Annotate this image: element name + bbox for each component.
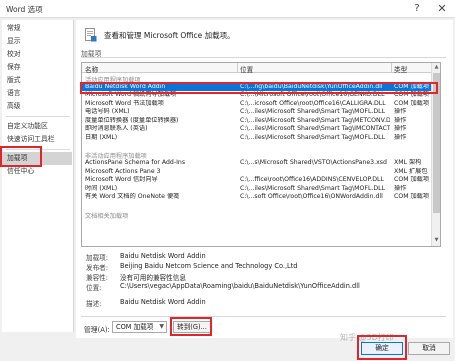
scrollbar-thumb[interactable] — [433, 73, 440, 213]
sidebar-item-typography[interactable]: 版式 — [2, 74, 72, 87]
scroll-down-icon[interactable]: ▼ — [432, 237, 440, 245]
table-cell-location: C:\...icrosoft Office\root\Office16\CALL… — [240, 99, 386, 107]
table-cell-name: ActionsPane Schema for Add-Ins — [85, 159, 186, 166]
table-cell-location: C:\...s\Microsoft Shared\VSTO\ActionsPan… — [240, 159, 387, 166]
table-cell-type: 操作 — [394, 184, 407, 192]
highlight-box-addins — [0, 146, 42, 167]
sidebar-item-customize-ribbon[interactable]: 自定义功能区 — [2, 120, 72, 133]
title-bar: Word 选项 ? ✕ — [0, 0, 455, 18]
scroll-up-icon[interactable]: ▲ — [432, 64, 440, 72]
detail-value-addin: Baidu Netdisk Word Addin — [120, 252, 206, 260]
table-cell-name: Microsoft Word 书法加载项 — [85, 99, 164, 107]
detail-label-publisher: 发布者: — [86, 264, 109, 272]
table-cell-type: 操作 — [394, 125, 407, 132]
column-header-name[interactable]: 名称 — [85, 64, 98, 74]
table-cell-name: Microsoft Actions Pane 3 — [85, 167, 161, 175]
detail-label-addin: 加载项: — [86, 254, 109, 262]
table-group-header: 文档相关加载项 — [85, 212, 129, 220]
column-header-type[interactable]: 类型 — [394, 64, 407, 74]
table-cell-type: 操作 — [394, 108, 407, 115]
table-cell-location: C:\...soft Office\root\Office16\ONWordAd… — [240, 193, 383, 200]
manage-dropdown[interactable]: COM 加载项 ▼ — [112, 321, 167, 333]
table-cell-location: C:\...iles\Microsoft Shared\Smart Tag\MO… — [240, 184, 386, 192]
detail-value-compatibility: 没有可用的兼容性信息 — [120, 274, 186, 282]
detail-value-location: C:\Users\vegac\AppData\Roaming\baidu\Bai… — [120, 282, 360, 290]
chevron-down-icon: ▼ — [159, 323, 164, 330]
highlight-box-ok — [357, 335, 407, 360]
column-header-location[interactable]: 位置 — [240, 64, 253, 74]
table-cell-type: COM 加载项 — [394, 99, 430, 107]
sidebar: 常规 显示 校对 保存 版式 语言 高级 自定义功能区 快速访问工具栏 加载项 … — [2, 20, 74, 332]
table-row[interactable]: 即时消息联系人 (英语) C:\...iles\Microsoft Shared\… — [82, 125, 432, 134]
sidebar-item-general[interactable]: 常规 — [2, 22, 72, 35]
detail-label-compatibility: 兼容性: — [86, 274, 109, 282]
table-cell-location: C:\...iles\Microsoft Shared\Smart Tag\MO… — [240, 133, 386, 141]
table-cell-location: C:\...ffice\root\Office16\ADDINS\CENVELO… — [240, 176, 384, 183]
table-cell-type: COM 加载项 — [394, 176, 430, 183]
table-cell-location: C:\...iles\Microsoft Shared\Smart Tag\MO… — [240, 108, 386, 115]
table-row[interactable]: Microsoft Word 信封向导 C:\...ffice\root\Offi… — [82, 176, 432, 185]
table-row[interactable]: 度量单位转换器 (度量单位转换器) C:\...iles\Microsoft Sh… — [82, 117, 432, 126]
table-row[interactable]: 日期 (XML) C:\...iles\Microsoft Shared\Smar… — [82, 134, 432, 143]
table-cell-name: 即时消息联系人 (英语) — [85, 125, 148, 132]
sidebar-item-quick-access[interactable]: 快速访问工具栏 — [2, 133, 72, 146]
table-cell-name: 时间 (XML) — [85, 184, 118, 192]
detail-label-description: 描述: — [86, 300, 102, 308]
table-row[interactable]: Microsoft Word 书法加载项 C:\...icrosoft Offic… — [82, 100, 432, 109]
table-cell-name: Microsoft Word 信封向导 — [85, 176, 158, 183]
table-cell-type: 操作 — [394, 116, 407, 124]
table-header: 名称 位置 类型 — [82, 63, 432, 74]
table-cell-name: 日期 (XML) — [85, 133, 118, 141]
close-button[interactable]: ✕ — [435, 2, 449, 16]
table-cell-type: 操作 — [394, 133, 407, 141]
table-cell-location: C:\...iles\Microsoft Shared\Smart Tag\ME… — [240, 116, 390, 124]
column-divider — [391, 63, 392, 73]
detail-value-publisher: Beijing Baidu Netcom Science and Technol… — [120, 262, 298, 270]
table-row[interactable]: 电话号码 (XML) C:\...iles\Microsoft Shared\Sm… — [82, 108, 432, 117]
addin-details: 加载项: Baidu Netdisk Word Addin 发布者: Beiji… — [86, 252, 446, 312]
table-cell-location: C:\...iles\Microsoft Shared\Smart Tag\IM… — [240, 125, 390, 132]
manage-label: 管理(A): — [84, 326, 110, 334]
sidebar-item-advanced[interactable]: 高级 — [2, 100, 72, 113]
detail-label-location: 位置: — [86, 284, 102, 292]
column-divider — [237, 63, 238, 73]
help-button[interactable]: ? — [410, 2, 424, 16]
sidebar-divider — [6, 116, 70, 117]
detail-value-description: Baidu Netdisk Word Addin — [120, 298, 206, 306]
window-title: Word 选项 — [6, 5, 43, 14]
table-cell-type: XML 架构 — [394, 159, 422, 166]
sidebar-item-save[interactable]: 保存 — [2, 61, 72, 74]
table-cell-name: 度量单位转换器 (度量单位转换器) — [85, 116, 179, 124]
table-cell-type: XML 扩展包 — [394, 167, 428, 175]
cancel-button[interactable]: 取消 — [408, 342, 450, 355]
footer-divider — [81, 316, 446, 317]
table-row[interactable]: 有关 Word 文档的 OneNote 便笺 C:\...soft Office\… — [82, 193, 432, 202]
table-row[interactable]: ActionsPane Schema for Add-Ins C:\...s\Mi… — [82, 159, 432, 168]
table-row[interactable]: Microsoft Actions Pane 3 XML 扩展包 — [82, 168, 432, 177]
table-cell-name: 有关 Word 文档的 OneNote 便笺 — [85, 193, 180, 200]
addins-document-icon — [85, 28, 97, 42]
manage-dropdown-value: COM 加载项 — [116, 323, 154, 331]
section-divider — [81, 57, 446, 58]
highlight-box-selected-addin — [80, 82, 438, 94]
sidebar-item-language[interactable]: 语言 — [2, 87, 72, 100]
sidebar-item-proofing[interactable]: 校对 — [2, 48, 72, 61]
highlight-box-goto — [170, 317, 212, 336]
table-row[interactable]: 时间 (XML) C:\...iles\Microsoft Shared\Smar… — [82, 185, 432, 194]
table-cell-name: 电话号码 (XML) — [85, 108, 130, 115]
main-panel: 查看和管理 Microsoft Office 加载项。 加载项 名称 位置 类型… — [76, 20, 453, 338]
table-cell-type: COM 加载项 — [394, 193, 430, 200]
page-description: 查看和管理 Microsoft Office 加载项。 — [104, 31, 235, 40]
sidebar-item-display[interactable]: 显示 — [2, 35, 72, 48]
